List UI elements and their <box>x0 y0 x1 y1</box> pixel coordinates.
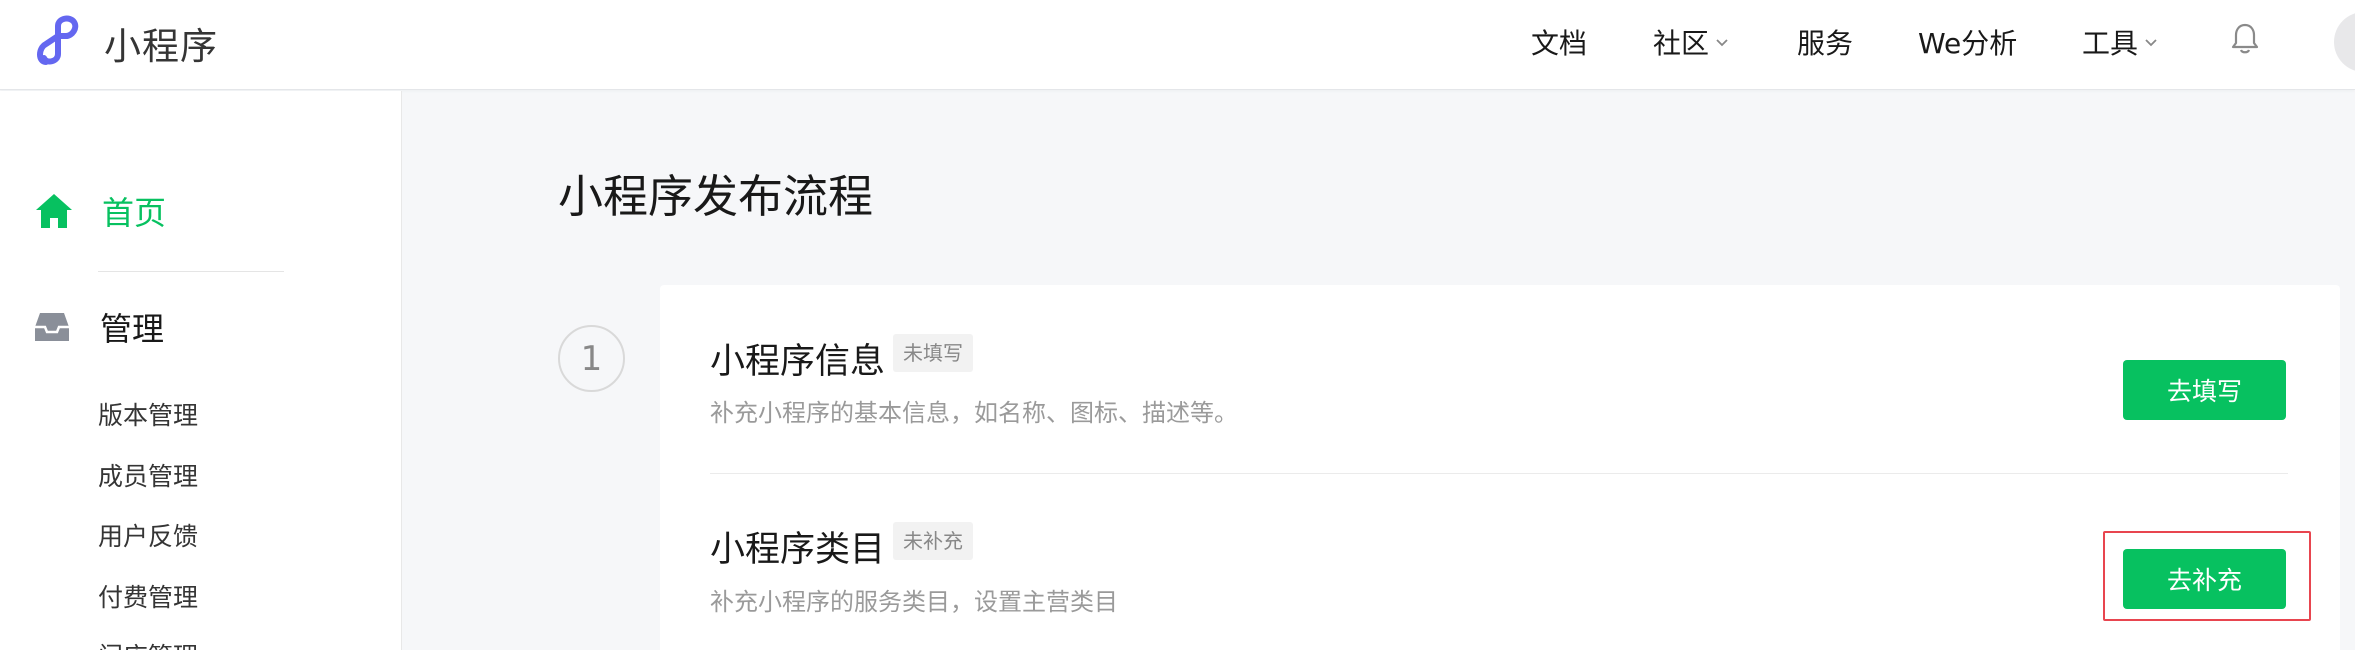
fill-info-button[interactable]: 去填写 <box>2123 360 2286 420</box>
nav-we-analytics[interactable]: We分析 <box>1918 22 2017 62</box>
status-badge: 未填写 <box>893 334 973 372</box>
category-item-title: 小程序类目 <box>710 530 886 570</box>
brand-title[interactable]: 小程序 <box>104 16 218 70</box>
home-icon <box>36 194 72 228</box>
nav-community-label: 社区 <box>1653 27 1710 60</box>
row-divider <box>710 473 2288 474</box>
info-item-description: 补充小程序的基本信息，如名称、图标、描述等。 <box>710 399 1238 427</box>
sidebar-item-label: 首页 <box>102 194 167 232</box>
nav-services-label: 服务 <box>1797 27 1854 60</box>
nav-we-analytics-label: We分析 <box>1918 27 2018 60</box>
chevron-down-icon <box>2145 39 2157 47</box>
chevron-down-icon <box>1716 39 1728 47</box>
sidebar-item-member-management[interactable]: 成员管理 <box>98 457 198 493</box>
bell-icon[interactable] <box>2230 22 2260 56</box>
status-badge: 未补充 <box>893 522 973 560</box>
nav-docs[interactable]: 文档 <box>1531 22 1587 62</box>
sidebar-item-home[interactable]: 首页 <box>34 191 167 232</box>
sidebar-item-user-feedback[interactable]: 用户反馈 <box>98 517 198 553</box>
nav-tools[interactable]: 工具 <box>2082 22 2158 62</box>
nav-community[interactable]: 社区 <box>1653 22 1729 62</box>
mini-program-logo-icon[interactable] <box>36 14 92 66</box>
inbox-icon <box>35 313 69 341</box>
top-navbar: 小程序 文档 社区 服务 We分析 工具 <box>0 0 2355 90</box>
nav-docs-label: 文档 <box>1531 27 1588 60</box>
avatar[interactable] <box>2334 12 2355 72</box>
nav-services[interactable]: 服务 <box>1797 22 1853 62</box>
sidebar-item-manage[interactable]: 管理 <box>34 307 165 348</box>
category-item-description: 补充小程序的服务类目，设置主营类目 <box>710 588 1118 616</box>
sidebar-divider <box>98 271 284 272</box>
page-title: 小程序发布流程 <box>558 170 874 223</box>
sidebar: 首页 管理 版本管理 成员管理 用户反馈 付费管理 门店管理 <box>0 91 402 650</box>
sidebar-item-version-management[interactable]: 版本管理 <box>98 396 198 432</box>
sidebar-item-store-management[interactable]: 门店管理 <box>98 637 198 650</box>
supplement-category-button[interactable]: 去补充 <box>2123 549 2286 609</box>
step-number: 1 <box>558 325 625 392</box>
sidebar-item-label: 管理 <box>100 310 165 348</box>
info-item-title: 小程序信息 <box>710 342 886 382</box>
nav-tools-label: 工具 <box>2082 27 2139 60</box>
sidebar-item-payment-management[interactable]: 付费管理 <box>98 578 198 614</box>
